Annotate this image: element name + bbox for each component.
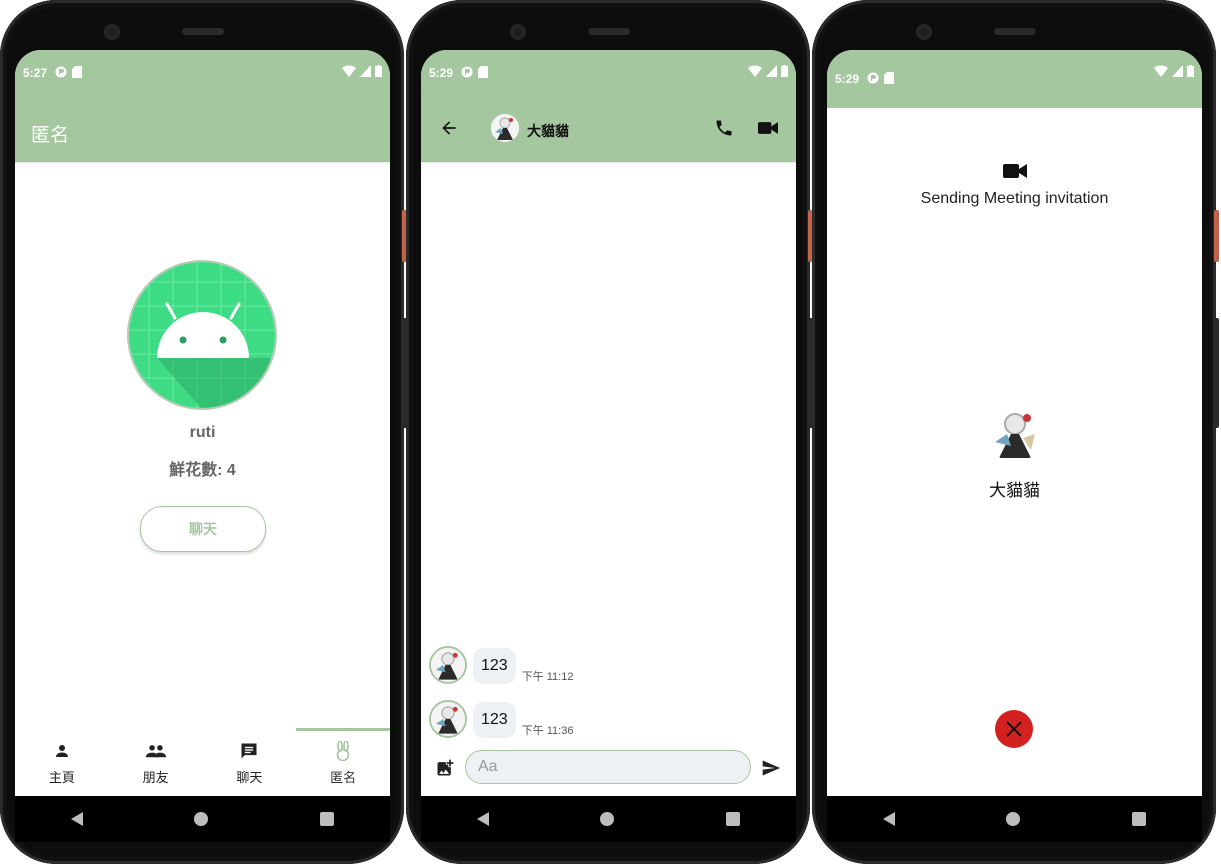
home-nav-icon[interactable] (194, 812, 209, 826)
signal-icon (1172, 65, 1183, 77)
recents-nav-icon[interactable] (1132, 812, 1147, 826)
android-logo-icon (129, 262, 275, 408)
chat-app-bar: 大貓貓 (421, 96, 796, 162)
video-call-icon[interactable] (758, 120, 778, 141)
front-camera (510, 24, 526, 40)
message-bubble[interactable]: 123 (473, 648, 516, 684)
status-bar: 5:29 (421, 50, 796, 96)
contact-avatar[interactable] (491, 114, 519, 142)
people-icon (145, 745, 166, 758)
hang-up-button[interactable] (995, 710, 1033, 748)
system-nav-bar (421, 796, 796, 842)
notification-icon (867, 72, 879, 87)
home-nav-icon[interactable] (1006, 812, 1021, 826)
earpiece (994, 28, 1036, 35)
signal-icon (766, 65, 777, 77)
screen-profile: 5:27 匿名 ruti 鮮花數: 4 聊天 主頁 朋友 聊天 匿名 (15, 50, 390, 796)
message-row: 123 下午 11:12 (429, 646, 573, 684)
flower-count: 鮮花數: 4 (169, 462, 236, 479)
message-time: 下午 11:12 (521, 671, 574, 683)
wifi-icon (1154, 65, 1168, 77)
recents-nav-icon[interactable] (726, 812, 741, 826)
back-nav-icon[interactable] (882, 812, 895, 826)
message-time: 下午 11:36 (521, 725, 574, 737)
bottom-navigation: 主頁 朋友 聊天 匿名 (15, 728, 390, 796)
chat-icon (241, 743, 257, 759)
nav-item-home[interactable]: 主頁 (15, 728, 109, 796)
nav-label-chat: 聊天 (236, 770, 263, 785)
battery-icon (375, 65, 382, 77)
nav-item-friends[interactable]: 朋友 (109, 728, 203, 796)
status-time: 5:29 (429, 66, 454, 80)
nav-label-anonymous: 匿名 (330, 770, 357, 785)
meeting-status-text: Sending Meeting invitation (920, 190, 1109, 207)
sender-avatar[interactable] (429, 700, 467, 738)
close-icon (1006, 721, 1022, 737)
message-row: 123 下午 11:36 (429, 700, 573, 738)
message-input[interactable]: Aa (465, 750, 751, 784)
page-title: 匿名 (31, 125, 70, 146)
profile-name: ruti (189, 424, 216, 441)
app-bar: 匿名 (15, 96, 390, 162)
signal-icon (360, 65, 371, 77)
battery-icon (1187, 65, 1194, 77)
phone-frame-chat: 5:29 大貓貓 123 下午 11:12 123 下午 11:36 Aa (406, 0, 813, 864)
nav-label-friends: 朋友 (142, 770, 169, 785)
status-bar: 5:27 (15, 50, 390, 96)
callee-avatar (987, 406, 1043, 462)
phone-call-icon[interactable] (714, 118, 734, 143)
send-icon[interactable] (760, 758, 782, 783)
front-camera (104, 24, 120, 40)
notification-icon (461, 66, 473, 81)
person-icon (55, 745, 68, 757)
phone-frame-profile: 5:27 匿名 ruti 鮮花數: 4 聊天 主頁 朋友 聊天 匿名 (0, 0, 407, 864)
nav-item-anonymous[interactable]: 匿名 (296, 728, 390, 796)
earpiece (588, 28, 630, 35)
front-camera (916, 24, 932, 40)
sd-card-icon (72, 65, 83, 81)
sender-avatar[interactable] (429, 646, 467, 684)
phone-frame-meeting: 5:29 Sending Meeting invitation 大貓貓 (812, 0, 1219, 864)
home-nav-icon[interactable] (600, 812, 615, 826)
volume-button (1214, 318, 1219, 428)
chat-button[interactable]: 聊天 (140, 506, 266, 552)
battery-icon (781, 65, 788, 77)
sd-card-icon (478, 65, 489, 81)
nav-label-home: 主頁 (48, 770, 75, 785)
system-nav-bar (15, 796, 390, 842)
rabbit-icon (336, 741, 350, 761)
profile-avatar[interactable] (127, 260, 277, 410)
sd-card-icon (884, 71, 895, 87)
contact-name: 大貓貓 (527, 123, 569, 139)
add-image-icon[interactable] (435, 758, 455, 783)
back-nav-icon[interactable] (70, 812, 83, 826)
back-arrow-icon[interactable] (439, 118, 459, 143)
video-camera-icon (827, 162, 1202, 180)
message-composer: Aa (421, 744, 796, 796)
nav-item-chat[interactable]: 聊天 (203, 728, 297, 796)
power-button (1214, 210, 1219, 262)
callee-name: 大貓貓 (989, 481, 1040, 500)
status-bar: 5:29 (827, 50, 1202, 108)
status-time: 5:29 (835, 72, 860, 86)
notification-icon (55, 66, 67, 81)
message-bubble[interactable]: 123 (473, 702, 516, 738)
wifi-icon (342, 65, 356, 77)
status-time: 5:27 (23, 66, 48, 80)
earpiece (182, 28, 224, 35)
screen-meeting: 5:29 Sending Meeting invitation 大貓貓 (827, 50, 1202, 796)
recents-nav-icon[interactable] (320, 812, 335, 826)
system-nav-bar (827, 796, 1202, 842)
back-nav-icon[interactable] (476, 812, 489, 826)
wifi-icon (748, 65, 762, 77)
screen-chat: 5:29 大貓貓 123 下午 11:12 123 下午 11:36 Aa (421, 50, 796, 796)
